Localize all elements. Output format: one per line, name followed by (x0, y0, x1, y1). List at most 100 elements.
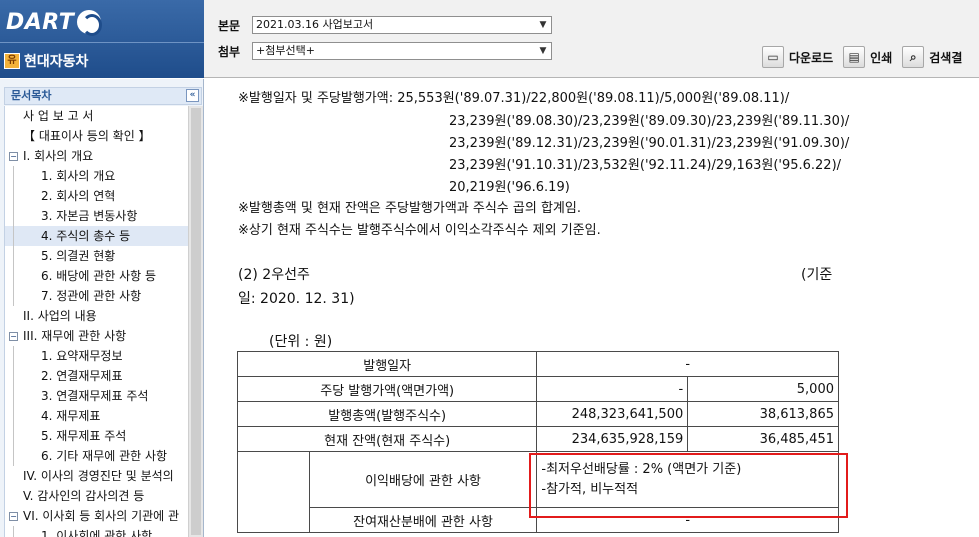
company-badge-icon: 유 (4, 53, 20, 69)
table-cell-value: - (536, 351, 839, 377)
toc-item[interactable]: II. 사업의 내용 (5, 306, 188, 326)
tree-collapse-icon[interactable]: − (9, 332, 18, 341)
toc-item-label: V. 감사인의 감사의견 등 (23, 489, 145, 503)
tree-guide-line (13, 226, 14, 246)
search-result-label: 검색결 (929, 50, 963, 65)
toc-item[interactable]: V. 감사인의 감사의견 등 (5, 486, 188, 506)
table-row: 발행총액(발행주식수) 248,323,641,500 38,613,865 (236, 401, 839, 427)
toolbar: ▭ 다운로드 ▤ 인쇄 ⌕ 검색결 (762, 46, 972, 68)
logo-mark-icon (77, 10, 103, 36)
chevron-down-icon[interactable]: ▼ (535, 43, 551, 59)
toc-tree: 사 업 보 고 서 【 대표이사 등의 확인 】 − I. 회사의 개요 1. 회사의 … (4, 106, 188, 537)
toc-item-label: 【 대표이사 등의 확인 】 (23, 129, 151, 143)
table-cell-value: 5,000 (687, 376, 839, 402)
issue-date-cont-2: 23,239원('89.12.31)/23,239원('90.01.31)/23… (449, 136, 850, 151)
toc-item[interactable]: − III. 재무에 관한 사항 (5, 326, 188, 346)
search-result-button[interactable]: ⌕ 검색결 (902, 46, 962, 68)
table-cell-label: 발행총액(발행주식수) (236, 401, 538, 427)
tree-guide-line (13, 446, 14, 466)
toc-item[interactable]: − VI. 이사회 등 회사의 기관에 관 (5, 506, 188, 526)
toc-item-label: III. 재무에 관한 사항 (23, 329, 127, 343)
table-cell-blank (237, 451, 310, 533)
download-label: 다운로드 (789, 50, 834, 65)
report-select-value: 2021.03.16 사업보고서 (256, 18, 374, 31)
tree-guide-line (13, 426, 14, 446)
toc-item[interactable]: 7. 정관에 관한 사항 (5, 286, 188, 306)
document-body: ※발행일자 및 주당발행가액: 25,553원('89.07.31)/22,80… (205, 79, 979, 537)
toc-item[interactable]: 1. 요약재무정보 (5, 346, 188, 366)
toc-title: 문서목차 (11, 89, 52, 102)
tree-collapse-icon[interactable]: − (9, 512, 18, 521)
toc-item[interactable]: 6. 배당에 관한 사항 등 (5, 266, 188, 286)
attachment-row: 첨부 +첨부선택+ ▼ (218, 42, 552, 60)
residual-label: 잔여재산분배에 관한 사항 (308, 507, 538, 533)
highlight-box (529, 453, 848, 518)
attachment-select-value: +첨부선택+ (256, 44, 315, 57)
attachment-select[interactable]: +첨부선택+ ▼ (252, 42, 552, 60)
report-select[interactable]: 2021.03.16 사업보고서 ▼ (252, 16, 552, 34)
toc-sidebar: 문서목차 « 사 업 보 고 서 【 대표이사 등의 확인 】 − I. 회사의 개요… (0, 79, 204, 537)
toc-item[interactable]: 4. 주식의 총수 등 (5, 226, 188, 246)
toc-item[interactable]: 2. 회사의 연혁 (5, 186, 188, 206)
download-button[interactable]: ▭ 다운로드 (762, 46, 833, 68)
tree-guide-line (13, 406, 14, 426)
toc-item[interactable]: 5. 의결권 현황 (5, 246, 188, 266)
toc-scrollbar[interactable] (188, 106, 203, 537)
toc-item-label: 1. 요약재무정보 (41, 349, 123, 363)
dividend-label: 이익배당에 관한 사항 (308, 451, 538, 508)
toc-item-label: IV. 이사의 경영진단 및 분석의 (23, 469, 174, 483)
toc-item-label: 사 업 보 고 서 (23, 109, 94, 123)
search-icon: ⌕ (902, 46, 925, 68)
toc-item-label: 5. 의결권 현황 (41, 249, 116, 263)
toc-item[interactable]: 사 업 보 고 서 (5, 106, 188, 126)
toc-item-label: 6. 배당에 관한 사항 등 (41, 269, 157, 283)
total-note: ※발행총액 및 현재 잔액은 주당발행가액과 주식수 곱의 합계임. (238, 201, 581, 216)
report-label: 본문 (218, 18, 241, 33)
unit-label: (단위 : 원) (269, 334, 333, 350)
toc-item-label: 6. 기타 재무에 관한 사항 (41, 449, 168, 463)
chevron-down-icon[interactable]: ▼ (535, 17, 551, 33)
document-viewer: ※발행일자 및 주당발행가액: 25,553원('89.07.31)/22,80… (205, 79, 979, 537)
toc-item[interactable]: IV. 이사의 경영진단 및 분석의 (5, 466, 188, 486)
tree-guide-line (13, 286, 14, 306)
tree-collapse-icon[interactable]: − (9, 152, 18, 161)
tree-guide-line (13, 266, 14, 286)
toc-item[interactable]: 1. 회사의 개요 (5, 166, 188, 186)
toc-item[interactable]: 2. 연결재무제표 (5, 366, 188, 386)
toc-item[interactable]: 6. 기타 재무에 관한 사항 (5, 446, 188, 466)
report-row: 본문 2021.03.16 사업보고서 ▼ (218, 16, 552, 34)
print-button[interactable]: ▤ 인쇄 (843, 46, 892, 68)
shares-note: ※상기 현재 주식수는 발행주식수에서 이익소각주식수 제외 기준임. (238, 223, 601, 238)
company-name: 현대자동차 (24, 54, 89, 70)
issue-date-cont-1: 23,239원('89.08.30)/23,239원('89.09.30)/23… (449, 114, 850, 129)
toc-scroll-thumb[interactable] (191, 108, 201, 535)
section-title: (2) 2우선주 (238, 267, 310, 283)
toc-item[interactable]: 1. 이사회에 관한 사항 (5, 526, 188, 537)
save-icon: ▭ (762, 46, 784, 68)
toc-item[interactable]: 【 대표이사 등의 확인 】 (5, 126, 188, 146)
basis-date: 일: 2020. 12. 31) (238, 291, 355, 307)
dart-logo[interactable]: DART (6, 6, 110, 38)
tree-guide-line (13, 366, 14, 386)
toc-item[interactable]: − I. 회사의 개요 (5, 146, 188, 166)
table-row: 발행일자 - (236, 351, 839, 377)
toc-item-label: 5. 재무제표 주석 (41, 429, 127, 443)
toc-item[interactable]: 5. 재무제표 주석 (5, 426, 188, 446)
issue-date-cont-4: 20,219원('96.6.19) (449, 180, 570, 195)
tree-guide-line (13, 206, 14, 226)
table-cell-value: - (536, 376, 689, 402)
table-cell-value: 234,635,928,159 (536, 426, 689, 452)
brand-divider (0, 42, 204, 43)
table-cell-label: 현재 잔액(현재 주식수) (236, 426, 538, 452)
print-label: 인쇄 (870, 50, 893, 65)
table-cell-value: 248,323,641,500 (536, 401, 689, 427)
toc-item-label: 4. 재무제표 (41, 409, 101, 423)
table-row: 현재 잔액(현재 주식수) 234,635,928,159 36,485,451 (236, 426, 839, 452)
toc-item-label: 2. 회사의 연혁 (41, 189, 116, 203)
collapse-sidebar-icon[interactable]: « (186, 89, 199, 102)
toc-item-label: VI. 이사회 등 회사의 기관에 관 (23, 509, 180, 523)
toc-item[interactable]: 3. 연결재무제표 주석 (5, 386, 188, 406)
toc-item[interactable]: 4. 재무제표 (5, 406, 188, 426)
tree-guide-line (13, 246, 14, 266)
toc-item[interactable]: 3. 자본금 변동사항 (5, 206, 188, 226)
